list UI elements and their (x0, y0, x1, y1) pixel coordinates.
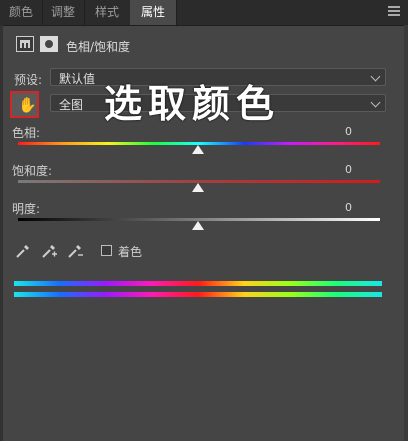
tab-styles[interactable]: 样式 (84, 0, 131, 25)
saturation-slider-thumb[interactable] (192, 183, 204, 192)
tab-properties[interactable]: 属性 (130, 0, 177, 25)
panel-title: 色相/饱和度 (66, 40, 131, 54)
tab-adjustments[interactable]: 调整 (42, 0, 85, 25)
preset-value: 默认值 (59, 72, 96, 86)
colorize-checkbox[interactable] (101, 245, 112, 256)
menu-icon[interactable] (388, 6, 400, 18)
panel-left-edge (0, 25, 3, 441)
channel-value: 全图 (59, 98, 84, 112)
colorize-label: 着色 (118, 245, 143, 259)
on-image-adjustment-tool[interactable]: ✋ (10, 91, 39, 118)
eyedropper-subtract-icon[interactable] (66, 242, 84, 260)
tab-color[interactable]: 颜色 (0, 0, 43, 25)
hue-slider-thumb[interactable] (192, 145, 204, 154)
hue-value[interactable]: 0 (312, 125, 352, 138)
lightness-label: 明度: (12, 202, 41, 216)
lightness-slider-thumb[interactable] (192, 221, 204, 230)
preset-label: 预设: (14, 73, 43, 87)
saturation-value[interactable]: 0 (312, 163, 352, 176)
input-color-range-bar (14, 281, 382, 286)
chevron-down-icon (370, 71, 381, 82)
chevron-down-icon (370, 97, 381, 108)
hand-icon: ✋ (18, 96, 37, 114)
panel-tab-bar: 颜色 调整 样式 属性 (0, 0, 408, 26)
panel-right-edge (404, 25, 408, 441)
hue-saturation-adjustment-icon[interactable] (16, 36, 34, 52)
eyedropper-icon[interactable] (14, 242, 32, 260)
lightness-value[interactable]: 0 (312, 201, 352, 214)
layer-mask-icon[interactable] (40, 36, 58, 52)
hue-label: 色相: (12, 126, 41, 140)
eyedropper-add-icon[interactable] (40, 242, 58, 260)
overlay-caption: 选取颜色 (104, 81, 281, 126)
saturation-label: 饱和度: (12, 164, 53, 178)
output-color-range-bar (14, 292, 382, 297)
